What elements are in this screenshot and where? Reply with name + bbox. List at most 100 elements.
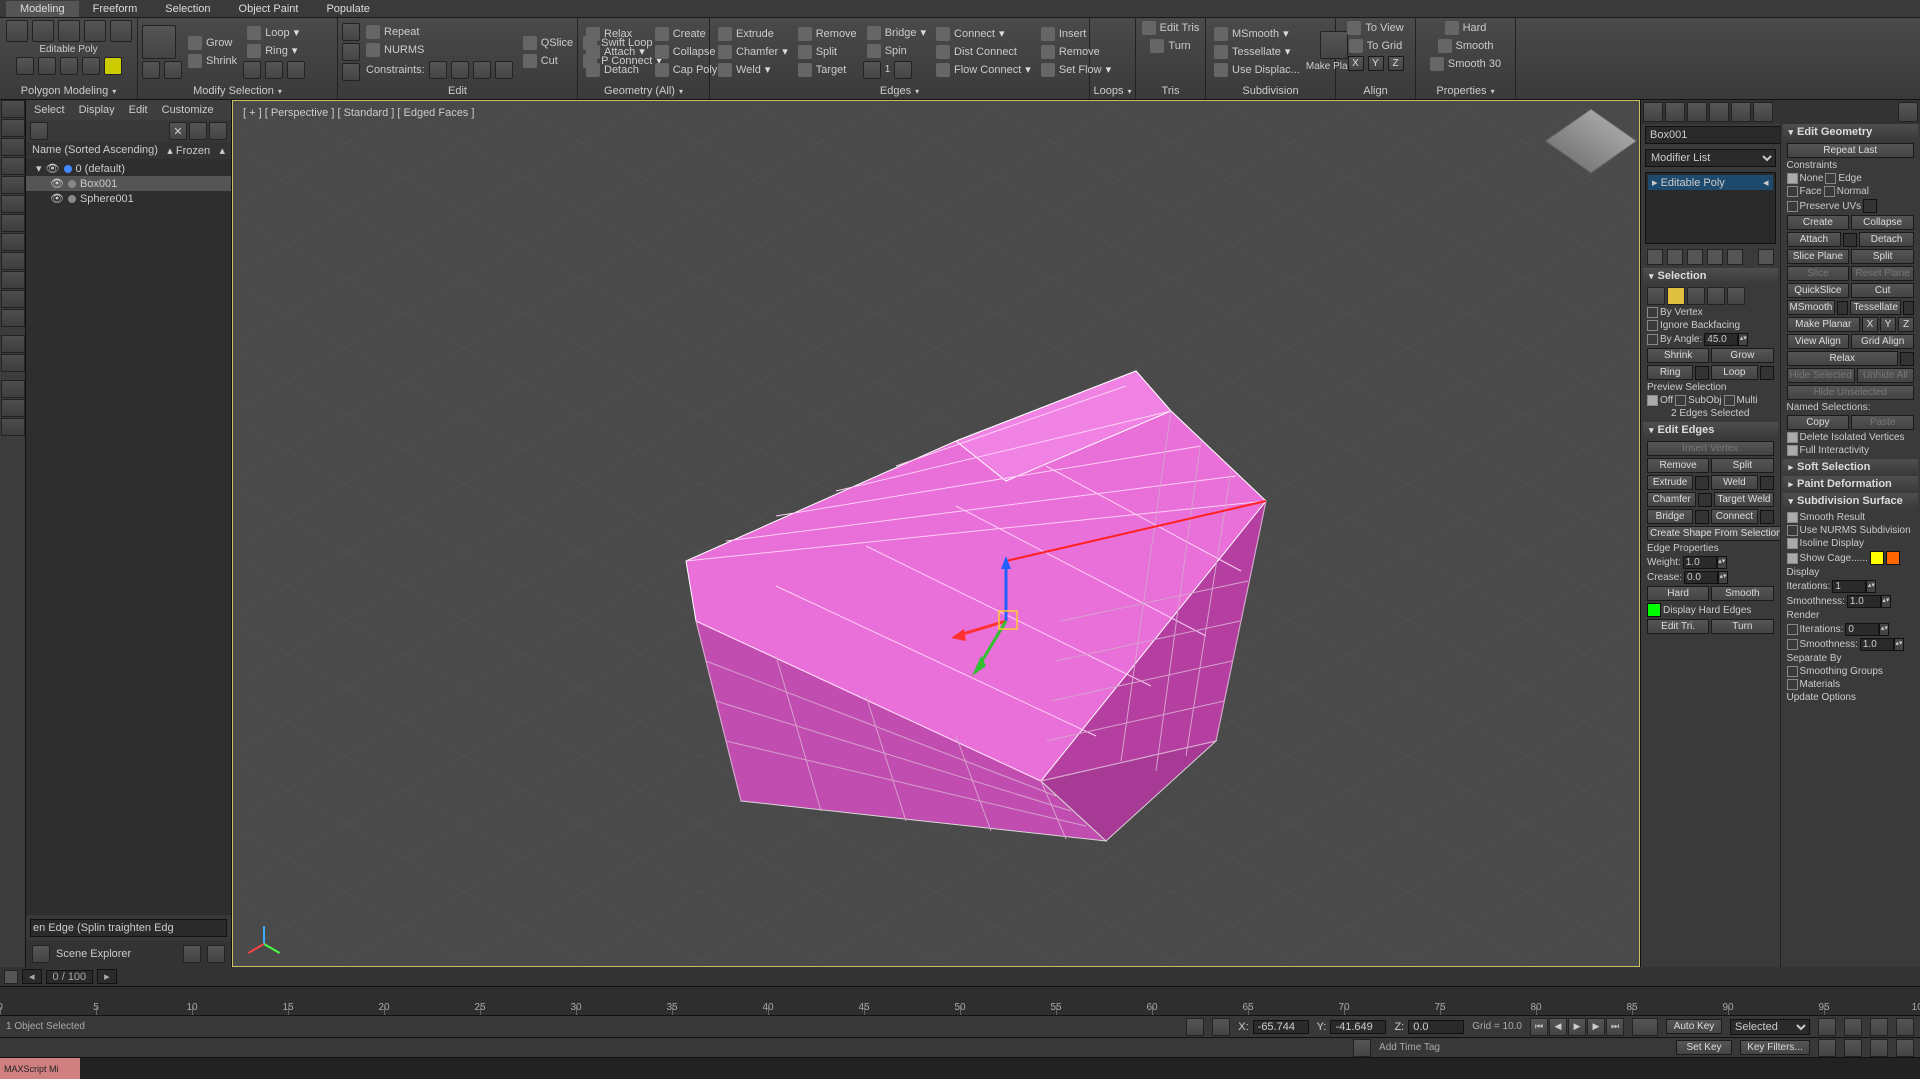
lt-7[interactable] (1, 214, 25, 232)
setkey-btn[interactable]: Set Key (1676, 1040, 1732, 1055)
detach-button[interactable]: Detach (582, 62, 649, 78)
cut-button[interactable]: Cut (519, 53, 577, 69)
tab-populate[interactable]: Populate (312, 1, 383, 17)
shrink-btn[interactable]: Shrink (1647, 348, 1709, 363)
pm-ic1[interactable] (16, 57, 34, 75)
eg-x[interactable]: X (1862, 317, 1878, 332)
lt-9[interactable] (1, 252, 25, 270)
lt-13[interactable] (1, 335, 25, 353)
cp-motion-icon[interactable] (1709, 102, 1729, 122)
x-coord[interactable]: -65.744 (1253, 1020, 1309, 1034)
preview-multi[interactable] (1724, 395, 1735, 406)
object-name-input[interactable] (1645, 126, 1781, 144)
st-pin-icon[interactable] (1647, 249, 1663, 265)
eg-copy[interactable]: Copy (1787, 415, 1850, 430)
ms4[interactable] (265, 61, 283, 79)
lt-11[interactable] (1, 290, 25, 308)
remove-button[interactable]: Remove (794, 26, 861, 42)
nav2[interactable] (1844, 1018, 1862, 1036)
byvertex-check[interactable] (1647, 307, 1658, 318)
cp-hier-icon[interactable] (1687, 102, 1707, 122)
cp-create-icon[interactable] (1643, 102, 1663, 122)
flowconnect-button[interactable]: Flow Connect▾ (932, 62, 1035, 78)
lt-16[interactable] (1, 399, 25, 417)
lt-4[interactable] (1, 157, 25, 175)
pm-ic3[interactable] (60, 57, 78, 75)
eg-msmooth[interactable]: MSmooth (1787, 300, 1836, 315)
tab-selection[interactable]: Selection (151, 1, 224, 17)
edg-sp2[interactable] (894, 61, 912, 79)
epoly-icon4[interactable] (84, 20, 106, 42)
se-lock-icon[interactable] (209, 122, 227, 140)
epoly-icon5[interactable] (110, 20, 132, 42)
ed3[interactable] (342, 63, 360, 81)
eg-create[interactable]: Create (1787, 215, 1850, 230)
st-show-icon[interactable] (1667, 249, 1683, 265)
repeat-button[interactable]: Repeat (362, 24, 517, 40)
ee-createshape[interactable]: Create Shape From Selection (1647, 526, 1781, 541)
ee-hard[interactable]: Hard (1647, 586, 1709, 601)
se-edit[interactable]: Edit (129, 104, 148, 116)
distconnect-button[interactable]: Dist Connect (932, 44, 1035, 60)
preview-off[interactable] (1647, 395, 1658, 406)
ts-set[interactable] (1903, 301, 1914, 315)
ms2[interactable] (164, 61, 182, 79)
nav8[interactable] (1896, 1039, 1914, 1057)
weight-input[interactable] (1683, 556, 1717, 569)
hard-button[interactable]: Hard (1441, 20, 1491, 36)
eg-qslice[interactable]: QuickSlice (1787, 283, 1850, 298)
eg-detach[interactable]: Detach (1859, 232, 1914, 247)
con3[interactable] (473, 61, 491, 79)
so-border[interactable] (1687, 287, 1705, 305)
lt-10[interactable] (1, 271, 25, 289)
so-edge[interactable] (1667, 287, 1685, 305)
mesh-box001[interactable] (576, 241, 1296, 861)
lt-15[interactable] (1, 380, 25, 398)
rollout-paintdef[interactable]: Paint Deformation (1783, 476, 1919, 492)
ring-btn[interactable]: Ring (1647, 365, 1693, 380)
eg-splane[interactable]: Slice Plane (1787, 249, 1850, 264)
lock-icon[interactable] (1186, 1018, 1204, 1036)
next-frame[interactable]: ▶ (1587, 1018, 1605, 1036)
relax-button[interactable]: Relax (582, 26, 649, 42)
nav7[interactable] (1870, 1039, 1888, 1057)
st-del-icon[interactable] (1707, 249, 1723, 265)
se-t1[interactable] (183, 945, 201, 963)
byangle-check[interactable] (1647, 334, 1658, 345)
usedisp-button[interactable]: Use Displac... (1210, 62, 1304, 78)
ee-connect[interactable]: Connect (1711, 509, 1757, 524)
sg-ck[interactable] (1787, 666, 1798, 677)
goto-start[interactable]: ⏮ (1530, 1018, 1548, 1036)
lt-1[interactable] (1, 100, 25, 118)
togrid-button[interactable]: To Grid (1345, 38, 1406, 54)
lt-5[interactable] (1, 176, 25, 194)
ring-spin[interactable] (1695, 366, 1709, 380)
rollout-editgeom[interactable]: Edit Geometry (1783, 124, 1919, 140)
ms5[interactable] (287, 61, 305, 79)
cage-ck[interactable] (1787, 553, 1798, 564)
so-poly[interactable] (1707, 287, 1725, 305)
ee-ch-set[interactable] (1698, 493, 1712, 507)
autokey-btn[interactable]: Auto Key (1666, 1019, 1722, 1034)
iso-ck[interactable] (1787, 538, 1798, 549)
msmooth-button[interactable]: MSmooth▾ (1210, 26, 1304, 42)
smooth-button[interactable]: Smooth (1434, 38, 1498, 54)
lt-12[interactable] (1, 309, 25, 327)
prev-frame[interactable]: ◀ (1549, 1018, 1567, 1036)
turn-button[interactable]: Turn (1146, 38, 1194, 54)
con1[interactable] (429, 61, 447, 79)
eg-unhide[interactable]: Unhide All (1857, 368, 1914, 383)
play-btn[interactable]: ▶ (1568, 1018, 1586, 1036)
node-sphere001[interactable]: 👁Sphere001 (26, 191, 231, 206)
ee-br-set[interactable] (1695, 510, 1709, 524)
pm-ic5[interactable] (104, 57, 122, 75)
byangle-input[interactable] (1704, 333, 1738, 346)
ee-cn-set[interactable] (1760, 510, 1774, 524)
ee-weld-set[interactable] (1760, 476, 1774, 490)
con-edge[interactable] (1825, 173, 1836, 184)
cp-extra-icon[interactable] (1898, 102, 1918, 122)
pres-set[interactable] (1863, 199, 1877, 213)
grow-button[interactable]: Grow (184, 35, 241, 51)
align-x[interactable]: X (1348, 56, 1364, 71)
eg-paste[interactable]: Paste (1851, 415, 1914, 430)
